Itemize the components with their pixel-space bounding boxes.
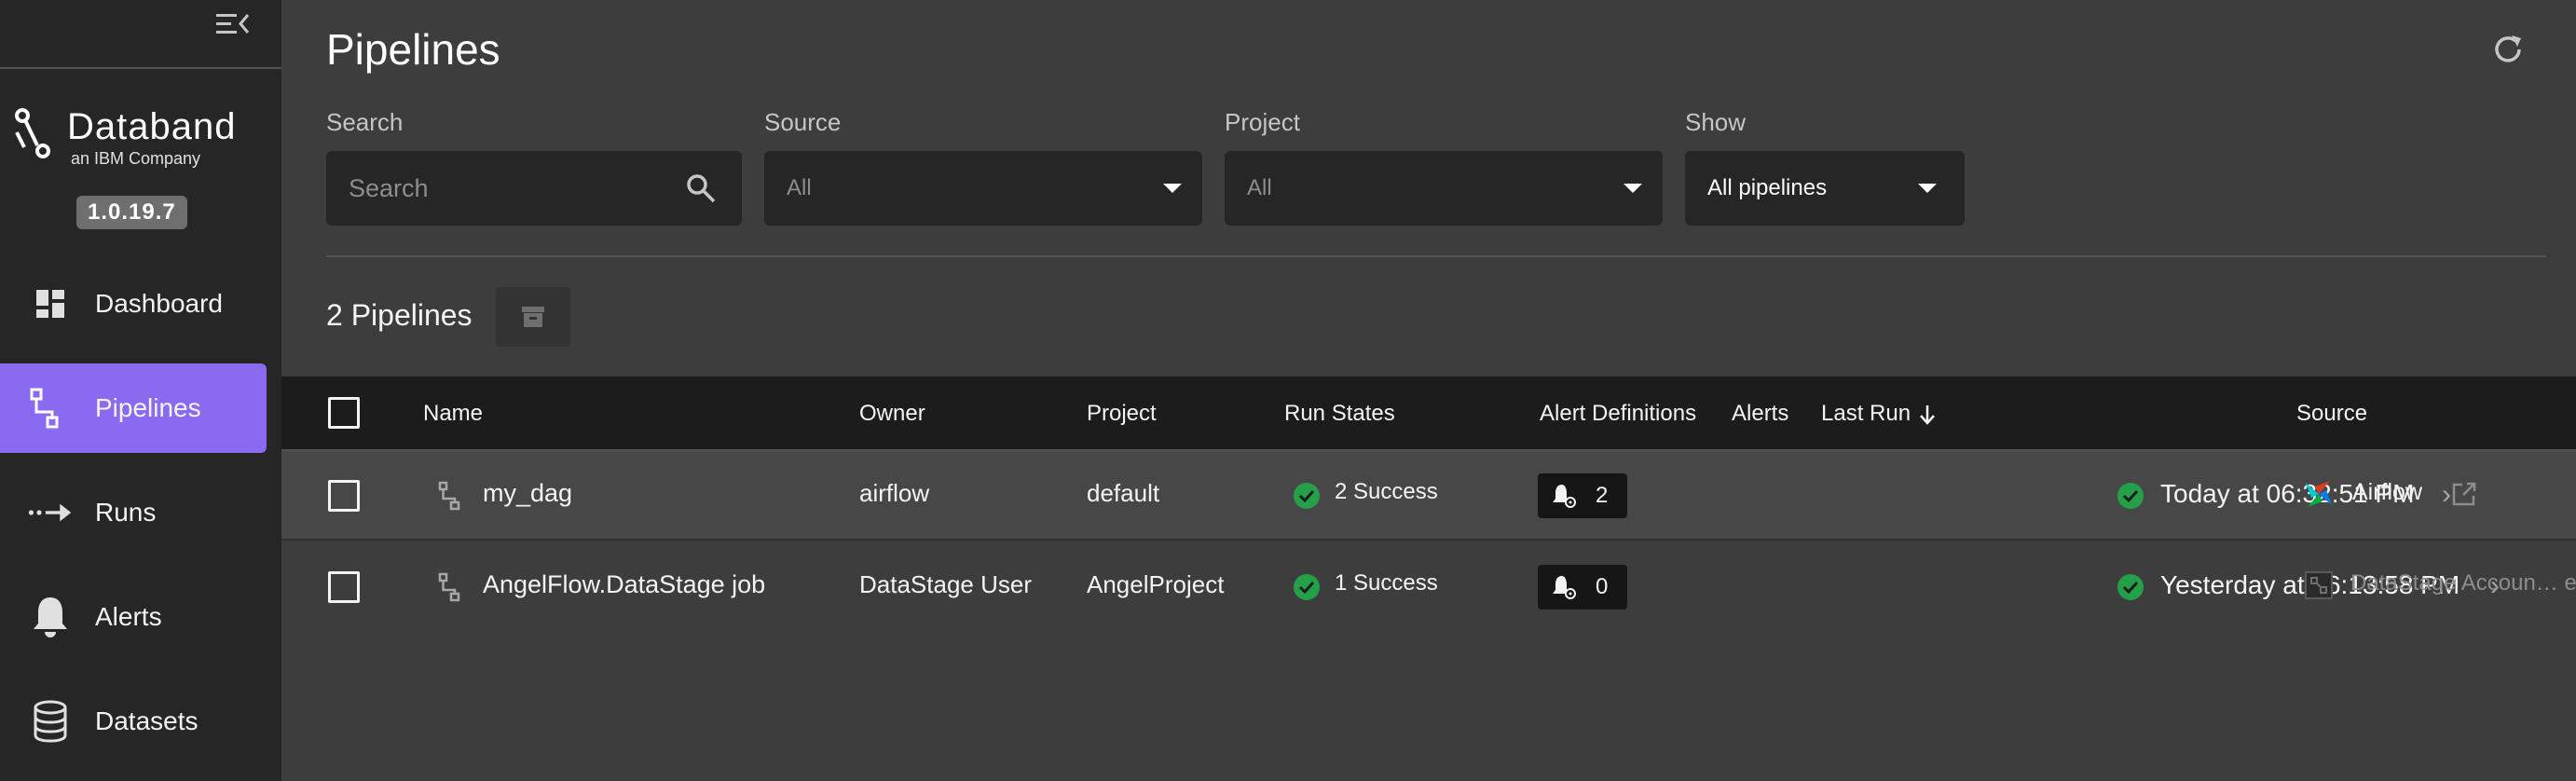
alert-definitions-count: 0 xyxy=(1596,574,1609,599)
project-cell: AngelProject xyxy=(1087,570,1225,598)
search-field[interactable] xyxy=(326,151,742,226)
dashboard-icon xyxy=(28,281,73,326)
source-dropdown[interactable]: All xyxy=(764,151,1202,226)
column-header-alerts[interactable]: Alerts xyxy=(1732,401,1788,427)
arrow-down-icon[interactable] xyxy=(1918,404,1937,425)
source-cell: Airflow xyxy=(2352,479,2423,505)
bell-icon xyxy=(28,595,73,639)
column-header-last-run[interactable]: Last Run xyxy=(1821,401,1911,427)
chevron-down-icon xyxy=(1918,184,1937,193)
pipelines-icon xyxy=(28,386,73,431)
project-value: All xyxy=(1247,175,1272,200)
project-dropdown[interactable]: All xyxy=(1225,151,1663,226)
filters-divider xyxy=(326,255,2546,257)
bell-settings-icon xyxy=(1553,485,1576,508)
column-header-owner[interactable]: Owner xyxy=(859,401,925,427)
pipeline-icon xyxy=(438,572,460,602)
logo-name: Databand xyxy=(67,106,237,147)
success-icon xyxy=(2117,574,2144,600)
source-cell: DataStage Accoun… e xyxy=(2350,570,2576,596)
airflow-icon xyxy=(2306,481,2332,507)
bell-settings-icon xyxy=(1553,576,1576,599)
search-input[interactable] xyxy=(349,173,665,203)
pipeline-name-link[interactable]: my_dag xyxy=(483,479,572,508)
sidebar-item-datasets[interactable]: Datasets xyxy=(0,677,267,766)
table-header: Name Owner Project Run States Alert Defi… xyxy=(281,377,2576,451)
success-icon xyxy=(1294,574,1320,600)
select-all-checkbox[interactable] xyxy=(328,397,360,429)
sidebar-item-alerts[interactable]: Alerts xyxy=(0,572,267,662)
show-label: Show xyxy=(1685,108,1747,136)
alert-definitions-badge[interactable]: 0 xyxy=(1538,565,1627,610)
source-label: Source xyxy=(764,108,842,136)
chevron-down-icon xyxy=(1624,184,1642,193)
page-title: Pipelines xyxy=(326,25,500,74)
success-icon xyxy=(1294,483,1320,509)
alert-definitions-badge[interactable]: 2 xyxy=(1538,473,1627,518)
databand-logo[interactable]: Databand an IBM Company xyxy=(11,101,263,168)
owner-cell: airflow xyxy=(859,479,930,507)
table-row[interactable]: my_dag airflow default 2 Success 2 Today… xyxy=(281,451,2576,541)
archive-button[interactable] xyxy=(496,287,570,347)
column-header-run-states[interactable]: Run States xyxy=(1284,401,1395,427)
main-content: Pipelines Search Source All Project All … xyxy=(281,0,2576,781)
table-row[interactable]: AngelFlow.DataStage job DataStage User A… xyxy=(281,542,2576,632)
column-header-project[interactable]: Project xyxy=(1087,401,1157,427)
run-states-cell[interactable]: 2 Success xyxy=(1335,479,1438,505)
run-states-cell[interactable]: 1 Success xyxy=(1335,570,1438,596)
sidebar-item-label: Dashboard xyxy=(95,289,223,318)
pipelines-count: 2 Pipelines xyxy=(326,298,473,332)
database-icon xyxy=(28,699,73,744)
chevron-down-icon xyxy=(1163,184,1182,193)
search-label: Search xyxy=(326,108,404,136)
sidebar-item-label: Runs xyxy=(95,498,157,527)
version-badge: 1.0.19.7 xyxy=(76,196,187,229)
project-cell: default xyxy=(1087,479,1160,507)
column-header-source[interactable]: Source xyxy=(2296,401,2367,427)
external-link-icon[interactable] xyxy=(2449,479,2479,509)
row-checkbox[interactable] xyxy=(328,571,360,603)
alert-definitions-count: 2 xyxy=(1596,483,1609,508)
pipeline-icon xyxy=(438,481,460,511)
sidebar-item-label: Pipelines xyxy=(95,393,201,422)
sidebar: Databand an IBM Company 1.0.19.7 Dashboa… xyxy=(0,0,281,781)
sidebar-item-pipelines[interactable]: Pipelines xyxy=(0,363,267,453)
archive-icon xyxy=(522,307,544,327)
sidebar-item-label: Alerts xyxy=(95,602,162,631)
pipeline-name-link[interactable]: AngelFlow.DataStage job xyxy=(483,570,765,599)
sidebar-item-label: Datasets xyxy=(95,706,199,735)
row-checkbox[interactable] xyxy=(328,480,360,512)
sidebar-divider xyxy=(0,67,281,69)
column-header-name[interactable]: Name xyxy=(423,401,483,427)
collapse-sidebar-icon[interactable] xyxy=(212,6,253,43)
datastage-icon xyxy=(2305,571,2333,599)
sidebar-item-runs[interactable]: Runs xyxy=(0,468,267,557)
owner-cell: DataStage User xyxy=(859,570,1032,598)
logo-subtitle: an IBM Company xyxy=(71,149,201,168)
sidebar-item-dashboard[interactable]: Dashboard xyxy=(0,259,267,349)
source-value: All xyxy=(787,175,812,200)
refresh-icon[interactable] xyxy=(2487,28,2529,71)
databand-logo-icon xyxy=(15,108,50,158)
show-dropdown[interactable]: All pipelines xyxy=(1685,151,1965,226)
show-value: All pipelines xyxy=(1707,175,1828,200)
search-icon[interactable] xyxy=(684,171,718,205)
success-icon xyxy=(2117,483,2144,509)
column-header-alert-definitions[interactable]: Alert Definitions xyxy=(1540,401,1696,427)
project-label: Project xyxy=(1225,108,1300,136)
runs-icon xyxy=(28,490,73,535)
